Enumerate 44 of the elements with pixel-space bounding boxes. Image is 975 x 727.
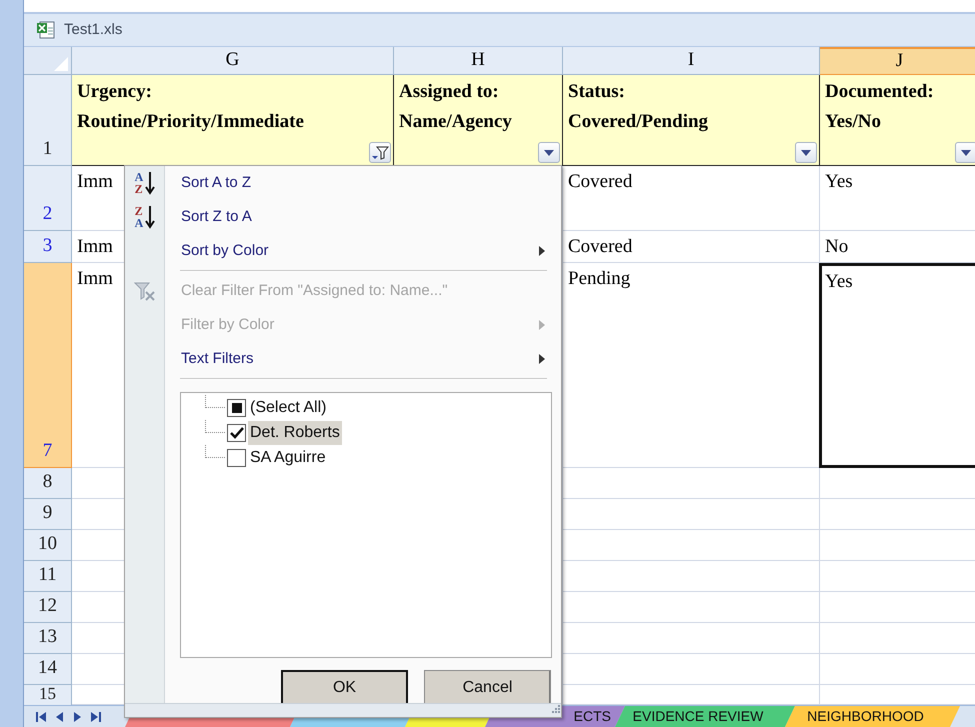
table-cell-text: Yes — [825, 170, 853, 194]
table-cell-text: Covered — [568, 235, 632, 259]
row-header[interactable]: 7 — [24, 263, 72, 468]
column-header[interactable]: H — [394, 47, 563, 75]
header-cell-text: Status: Covered/Pending — [567, 80, 710, 134]
menu-item[interactable]: A Z Sort A to Z — [125, 166, 561, 200]
row-header[interactable]: 15 — [24, 685, 72, 705]
sheet-tab[interactable]: EVIDENCE REVIEW — [615, 706, 795, 727]
row-header[interactable]: 3 — [24, 231, 72, 263]
menu-item[interactable]: Sort by Color — [125, 234, 561, 268]
column-header[interactable]: G — [72, 47, 394, 75]
sort-letters-icon: Z A — [134, 205, 144, 229]
menu-item[interactable]: Text Filters — [125, 342, 561, 376]
table-cell-text: Yes — [825, 270, 853, 294]
list-item[interactable]: (Select All) — [248, 396, 328, 420]
list-item[interactable]: Det. Roberts — [248, 420, 342, 444]
menu-item[interactable]: Z A Sort Z to A — [125, 200, 561, 234]
table-cell-text: No — [825, 235, 848, 259]
row-header[interactable]: 14 — [24, 654, 72, 685]
column-header[interactable]: J — [820, 47, 975, 75]
table-cell-text: Imm — [77, 235, 113, 259]
row-header[interactable]: 2 — [24, 166, 72, 231]
sheet-tab[interactable]: NEIGHBORHOOD — [785, 706, 960, 727]
row-header[interactable]: 10 — [24, 530, 72, 561]
table-cell-text: Imm — [77, 170, 113, 194]
row-header[interactable]: 11 — [24, 561, 72, 592]
header-cell-text: Assigned to: Name/Agency — [398, 80, 513, 134]
ok-button[interactable]: OK — [281, 670, 408, 706]
window-title: Test1.xls — [64, 20, 122, 40]
row-header[interactable]: 8 — [24, 468, 72, 499]
row-header[interactable]: 13 — [24, 623, 72, 654]
table-cell-text: Imm — [77, 267, 113, 291]
sort-letters-icon: A Z — [134, 171, 144, 195]
list-item[interactable]: SA Aguirre — [248, 446, 328, 470]
cancel-button[interactable]: Cancel — [424, 670, 551, 706]
row-header[interactable]: 12 — [24, 592, 72, 623]
header-cell-text: Documented: Yes/No — [824, 80, 935, 134]
table-cell-text: Covered — [568, 170, 632, 194]
row-header[interactable]: 1 — [24, 75, 72, 166]
table-cell-text: Pending — [568, 267, 630, 291]
active-cell-outline[interactable]: Yes — [819, 263, 975, 468]
row-header[interactable]: 9 — [24, 499, 72, 530]
column-header[interactable]: I — [563, 47, 820, 75]
header-cell-text: Urgency: Routine/Priority/Immediate — [76, 80, 305, 134]
